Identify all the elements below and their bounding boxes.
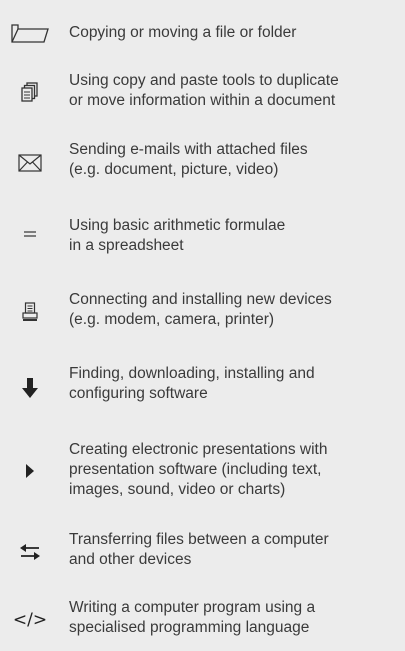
list-item-email-attachments: Sending e-mails with attached files (e.g… xyxy=(0,138,405,186)
download-arrow-icon xyxy=(6,378,54,398)
folder-icon xyxy=(6,22,54,44)
skills-list: Copying or moving a file or folder Using… xyxy=(0,0,405,651)
list-item-label: Connecting and installing new devices (e… xyxy=(69,291,332,328)
list-item-label: Sending e-mails with attached files (e.g… xyxy=(69,141,308,178)
envelope-icon xyxy=(6,154,54,172)
equals-icon xyxy=(6,230,54,238)
code-icon: </> xyxy=(12,610,48,630)
list-item-spreadsheet-formulae: Using basic arithmetic formulae in a spr… xyxy=(0,214,405,262)
list-item-label: Using copy and paste tools to duplicate … xyxy=(69,72,339,109)
transfer-arrows-icon xyxy=(6,544,54,560)
list-item-label: Transferring files between a computer an… xyxy=(69,531,329,568)
list-item-install-devices: Connecting and installing new devices (e… xyxy=(0,288,405,336)
copy-documents-icon xyxy=(6,82,54,102)
list-item-software: Finding, downloading, installing and con… xyxy=(0,362,405,410)
play-icon xyxy=(6,464,54,478)
list-item-presentations: Creating electronic presentations with p… xyxy=(0,438,405,504)
printer-icon xyxy=(6,302,54,322)
list-item-programming: </> Writing a computer program using a s… xyxy=(0,596,405,644)
list-item-file-transfer: Transferring files between a computer an… xyxy=(0,528,405,576)
list-item-label: Copying or moving a file or folder xyxy=(69,24,297,41)
list-item-label: Creating electronic presentations with p… xyxy=(69,441,328,498)
list-item-copy-paste: Using copy and paste tools to duplicate … xyxy=(0,68,405,116)
list-item-label: Using basic arithmetic formulae in a spr… xyxy=(69,217,286,254)
list-item-label: Finding, downloading, installing and con… xyxy=(69,365,315,402)
list-item-label: Writing a computer program using a speci… xyxy=(69,599,316,636)
list-item-copying-files: Copying or moving a file or folder xyxy=(0,12,405,52)
